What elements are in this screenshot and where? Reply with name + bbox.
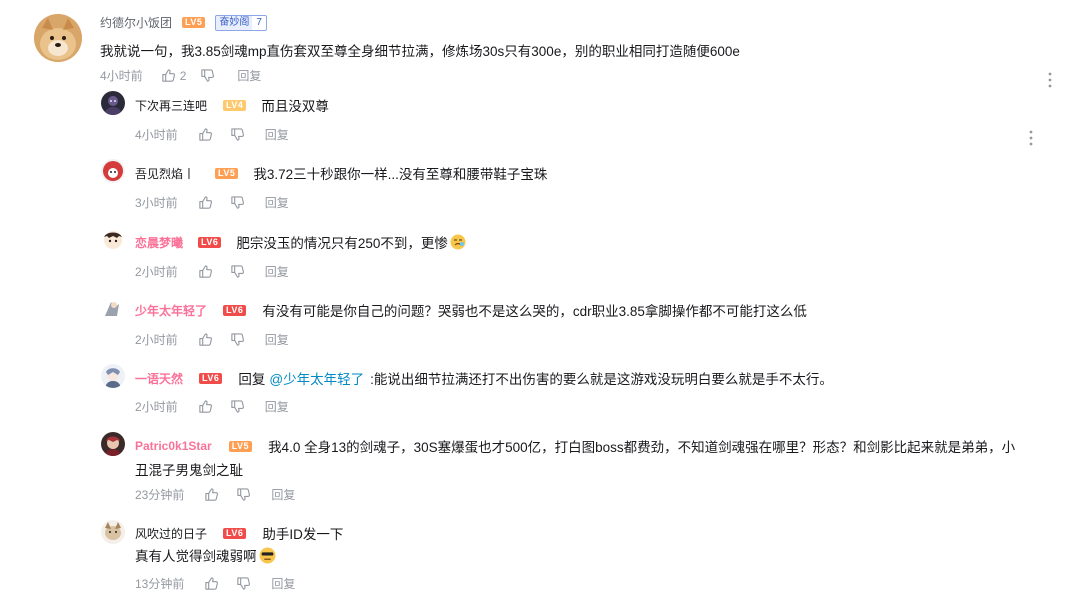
reply-button[interactable]: 回复 [265, 398, 289, 415]
username[interactable]: 下次再三连吧 [135, 97, 207, 114]
reply-button[interactable]: 回复 [265, 263, 289, 280]
dislike-button[interactable] [236, 576, 251, 591]
username[interactable]: 恋晨梦曦 [135, 234, 183, 251]
thumbs-down-icon [231, 333, 244, 346]
avatar[interactable] [101, 432, 125, 456]
avatar[interactable] [101, 91, 125, 115]
reply-text-line2: 丑混子男鬼剑之耻 [135, 463, 243, 478]
thumbs-down-icon [231, 400, 244, 413]
dislike-button[interactable] [230, 195, 245, 210]
reply-text: 而且没双尊 [261, 99, 329, 114]
dislike-button[interactable] [200, 68, 215, 83]
more-options-icon[interactable] [1025, 130, 1037, 151]
level-badge: LV5 [215, 167, 239, 179]
thumbs-up-icon [205, 488, 219, 501]
like-button[interactable] [198, 332, 213, 347]
like-button[interactable] [198, 195, 213, 210]
thumbs-up-icon [199, 128, 212, 141]
username[interactable]: Patric0k1Star [135, 439, 212, 453]
emoji-icon [259, 547, 276, 564]
username[interactable]: 风吹过的日子 [135, 525, 207, 542]
reply-text-line2: 真有人觉得剑魂弱啊 [135, 549, 257, 564]
fan-badge-name: 奋妙阁 [216, 15, 253, 30]
reply-button[interactable]: 回复 [265, 331, 289, 348]
like-button[interactable] [198, 264, 213, 279]
dislike-button[interactable] [230, 399, 245, 414]
thumbs-down-icon [231, 265, 244, 278]
level-badge: LV6 [223, 527, 247, 539]
more-options-icon[interactable] [1044, 72, 1056, 93]
reply-button[interactable]: 回复 [265, 194, 289, 211]
emoji-icon [450, 234, 466, 250]
reply-prefix: 回复 [238, 372, 266, 387]
thumbs-up-icon [199, 196, 212, 209]
dislike-button[interactable] [230, 127, 245, 142]
thumbs-down-icon [231, 128, 244, 141]
username[interactable]: 吾见烈焰丨 [135, 165, 195, 182]
like-button[interactable] [198, 399, 213, 414]
avatar[interactable] [34, 14, 82, 62]
reply-text: 我3.72三十秒跟你一样...没有至尊和腰带鞋子宝珠 [253, 167, 548, 182]
username[interactable]: 约德尔小饭团 [100, 14, 172, 31]
like-count: 2 [179, 68, 187, 83]
reply-time: 2小时前 [135, 333, 178, 347]
reply-time: 3小时前 [135, 196, 178, 210]
username[interactable]: 少年太年轻了 [135, 302, 207, 319]
thumbs-up-icon [205, 577, 219, 590]
dislike-button[interactable] [230, 264, 245, 279]
reply-text: :能说出细节拉满还打不出伤害的要么就是这游戏没玩明白要么就是手不太行。 [370, 372, 833, 387]
thumbs-down-icon [237, 488, 251, 501]
fan-badge[interactable]: 奋妙阁 7 [215, 14, 267, 31]
mention-link[interactable]: @少年太年轻了 [269, 368, 364, 388]
level-badge: LV5 [228, 440, 253, 452]
level-badge: LV5 [182, 17, 206, 28]
like-button[interactable] [204, 487, 219, 502]
thumbs-down-icon [231, 196, 244, 209]
reply-button[interactable]: 回复 [265, 126, 289, 143]
like-button[interactable] [204, 576, 219, 591]
level-badge: LV6 [198, 236, 222, 248]
reply-time: 2小时前 [135, 400, 178, 414]
avatar[interactable] [101, 228, 125, 252]
thumbs-down-icon [201, 69, 215, 82]
like-button[interactable]: 2 [161, 68, 187, 83]
fan-badge-level: 7 [256, 16, 262, 28]
thumbs-up-icon [199, 400, 212, 413]
level-badge: LV6 [223, 304, 247, 316]
level-badge: LV4 [223, 99, 247, 111]
dislike-button[interactable] [230, 332, 245, 347]
reply-button[interactable]: 回复 [271, 575, 295, 592]
reply-time: 4小时前 [135, 128, 178, 142]
avatar[interactable] [101, 296, 125, 320]
reply-text-line1: 我4.0 全身13的剑魂子，30S塞爆蛋也才500亿，打白图boss都费劲，不知… [268, 440, 1016, 455]
reply-time: 2小时前 [135, 265, 178, 279]
avatar[interactable] [101, 520, 125, 544]
avatar[interactable] [101, 364, 125, 388]
level-badge: LV6 [199, 372, 223, 384]
reply-button[interactable]: 回复 [237, 67, 261, 84]
like-button[interactable] [198, 127, 213, 142]
reply-button[interactable]: 回复 [271, 486, 295, 503]
reply-text: 肥宗没玉的情况只有250不到，更惨 [236, 236, 448, 251]
comment-time: 4小时前 [100, 69, 143, 83]
comment-text: 我就说一句，我3.85剑魂mp直伤套双至尊全身细节拉满，修炼场30s只有300e… [100, 44, 740, 59]
username[interactable]: 一语天然 [135, 370, 183, 387]
avatar[interactable] [101, 159, 125, 183]
reply-time: 13分钟前 [135, 577, 185, 591]
reply-time: 23分钟前 [135, 488, 185, 502]
thumbs-down-icon [237, 577, 251, 590]
thumbs-up-icon [162, 69, 175, 82]
dislike-button[interactable] [236, 487, 251, 502]
reply-text-line1: 助手ID发一下 [262, 527, 344, 542]
thumbs-up-icon [199, 265, 212, 278]
reply-text: 有没有可能是你自己的问题？哭弱也不是这么哭的，cdr职业3.85拿脚操作都不可能… [262, 304, 807, 319]
thumbs-up-icon [199, 333, 212, 346]
